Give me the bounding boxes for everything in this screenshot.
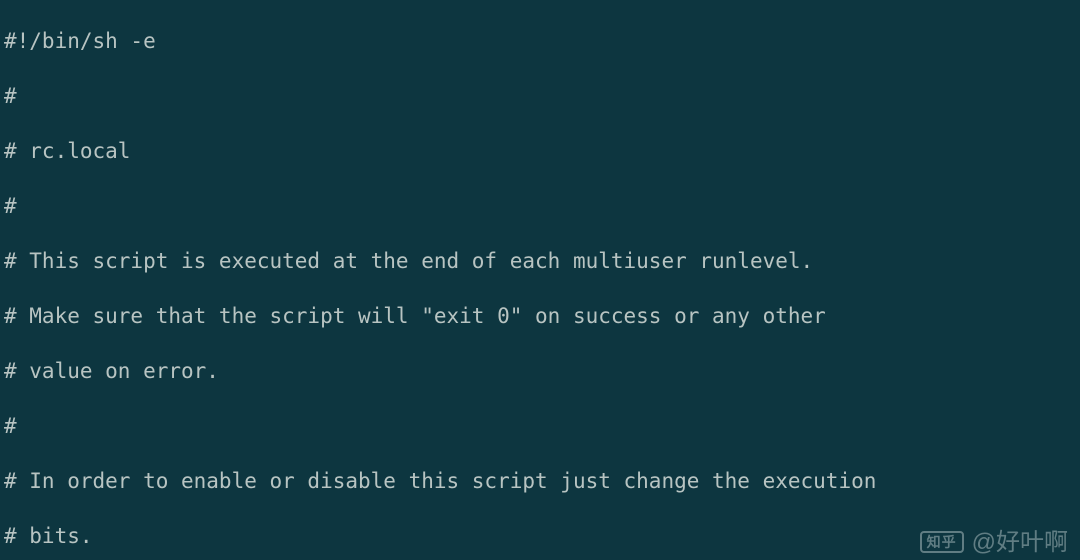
comment-line: # <box>4 414 17 438</box>
comment-line: #!/bin/sh -e <box>4 29 156 53</box>
comment-line: # This script is executed at the end of … <box>4 249 813 273</box>
comment-line: # In order to enable or disable this scr… <box>4 469 876 493</box>
comment-line: # bits. <box>4 524 93 548</box>
comment-line: # Make sure that the script will "exit 0… <box>4 304 826 328</box>
watermark: 知乎 @好叶啊 <box>920 529 1068 557</box>
terminal-editor[interactable]: #!/bin/sh -e # # rc.local # # This scrip… <box>0 0 1080 560</box>
comment-line: # <box>4 84 17 108</box>
comment-line: # rc.local <box>4 139 130 163</box>
comment-line: # value on error. <box>4 359 219 383</box>
watermark-text: @好叶啊 <box>972 529 1068 557</box>
zhihu-logo-icon: 知乎 <box>920 531 964 553</box>
comment-line: # <box>4 194 17 218</box>
